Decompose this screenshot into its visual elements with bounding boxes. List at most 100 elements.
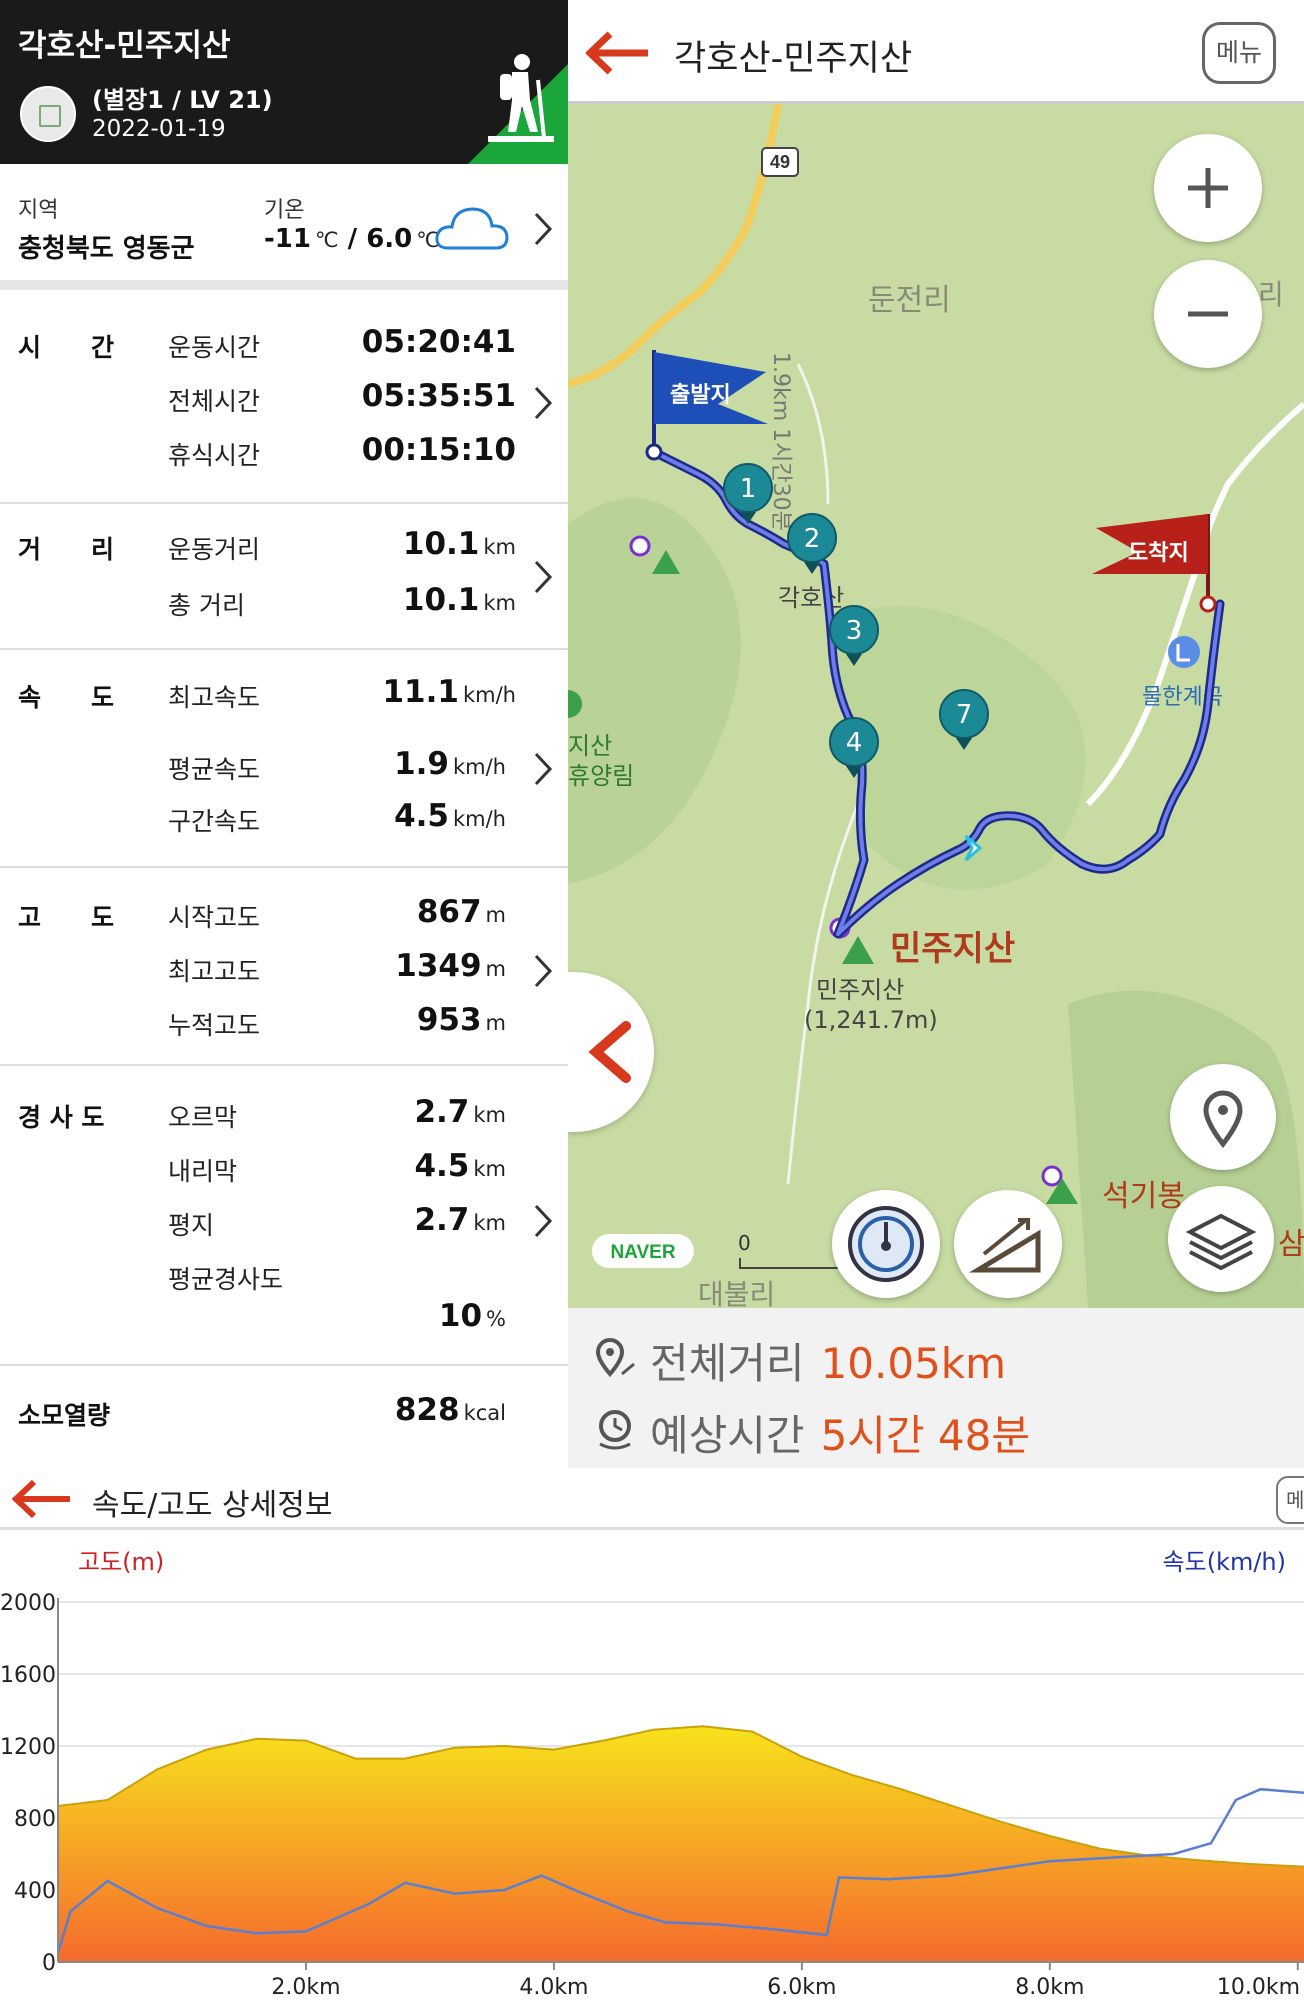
layers-icon <box>1185 1213 1257 1271</box>
my-location-button[interactable] <box>1170 1064 1276 1170</box>
x-tick-label: 2.0km <box>271 1975 340 2000</box>
speedometer-button[interactable] <box>832 1190 940 1298</box>
waypoint-number: 4 <box>846 728 863 758</box>
minus-icon <box>1188 311 1228 317</box>
cumulative-altitude-value: 953 m <box>416 1002 506 1038</box>
slope-chevron-icon[interactable] <box>532 1202 554 1240</box>
y-tick-label: 800 <box>14 1807 56 1832</box>
village-label: 둔전리 <box>868 283 951 318</box>
slope-section[interactable]: 경 사 도 오르막 2.7 km 내리막 4.5 km 평지 2.7 km 평균경사도… <box>0 1066 568 1366</box>
record-title: 각호산-민주지산 <box>18 28 231 64</box>
forest-label: 지산 <box>568 732 612 760</box>
distance-chevron-icon[interactable] <box>532 558 554 596</box>
distance-section[interactable]: 거 리 운동거리 10.1 km 총 거리 10.1 km <box>0 504 568 650</box>
calories-row: 소모열량 828 kcal <box>0 1366 568 1462</box>
peak-elevation: (1,241.7m) <box>804 1006 938 1034</box>
route-map[interactable]: 각호산-민주지산 메뉴 49 둔전리 리 1.9km 1시간30분 각호산 민주… <box>568 0 1304 1468</box>
avg-speed-value: 1.9 km/h <box>394 746 506 782</box>
map-toolbar: 각호산-민주지산 메뉴 <box>568 0 1304 104</box>
altitude-heading: 고 도 <box>18 903 115 932</box>
moving-time-value: 05:20:41 <box>361 324 516 360</box>
scale-zero: 0 <box>738 1231 751 1255</box>
time-section[interactable]: 시 간 운동시간 05:20:41 전체시간 05:35:51 휴식시간 00:… <box>0 300 568 504</box>
y-tick-label: 1200 <box>0 1735 56 1760</box>
waypoint-number: 2 <box>804 524 821 554</box>
avg-slope-value: 10% <box>438 1298 506 1334</box>
location-pin-icon <box>1203 1090 1243 1149</box>
flat-label: 평지 <box>168 1211 215 1240</box>
slope-button[interactable] <box>954 1190 1062 1298</box>
chart-menu-button[interactable]: 메 <box>1276 1476 1304 1524</box>
max-altitude-value: 1349 m <box>395 948 506 984</box>
moving-distance-value: 10.1 km <box>402 526 516 562</box>
peak-label: 삼 <box>1278 1227 1304 1262</box>
region-value: 충청북도 영동군 <box>18 234 195 264</box>
naver-logo: NAVER <box>610 1242 675 1263</box>
cloud-icon <box>435 207 509 250</box>
hiker-icon <box>488 54 554 142</box>
forest-label: 휴양림 <box>568 762 634 790</box>
total-time-value: 05:35:51 <box>361 378 516 414</box>
menu-button[interactable]: 메뉴 <box>1202 22 1276 84</box>
chart-panel-title: 속도/고도 상세정보 <box>92 1488 333 1523</box>
uphill-label: 오르막 <box>168 1103 238 1132</box>
x-tick-label: 10.0km <box>1217 1975 1300 2000</box>
map-layers-button[interactable] <box>1168 1186 1274 1292</box>
total-distance-value: 10.1 km <box>402 582 516 618</box>
rest-time-value: 00:15:10 <box>361 432 516 468</box>
map-title: 각호산-민주지산 <box>674 39 913 79</box>
chevron-left-icon <box>588 1021 631 1083</box>
avatar[interactable] <box>20 86 76 142</box>
downhill-value: 4.5 km <box>414 1148 506 1184</box>
altitude-area <box>58 1726 1304 1962</box>
end-flag-label: 도착지 <box>1128 541 1189 566</box>
village-label: 대불리 <box>698 1278 775 1308</box>
time-chevron-icon[interactable] <box>532 384 554 422</box>
altitude-section[interactable]: 고 도 시작고도 867 m 최고고도 1349 m 누적고도 953 m <box>0 868 568 1066</box>
speed-section[interactable]: 속 도 최고속도 11.1 km/h 평균속도 1.9 km/h 구간속도 4.5 k… <box>0 650 568 868</box>
estimated-time-summary: 예상시간 5시간 48분 <box>650 1411 1030 1460</box>
speedometer-icon <box>848 1206 924 1282</box>
y-axis-ticks: 2000 1600 1200 800 400 0 <box>0 1591 56 1976</box>
route-49-label: 49 <box>770 152 790 172</box>
start-altitude-label: 시작고도 <box>168 903 261 932</box>
zoom-out-button[interactable] <box>1154 260 1262 368</box>
time-heading: 시 간 <box>18 333 115 362</box>
peak-label-small: 민주지산 <box>816 976 904 1004</box>
avg-speed-label: 평균속도 <box>168 755 261 784</box>
cumulative-altitude-label: 누적고도 <box>168 1011 261 1040</box>
rest-time-label: 휴식시간 <box>168 441 261 470</box>
uphill-value: 2.7 km <box>414 1094 506 1130</box>
section-speed-value: 4.5 km/h <box>394 798 506 834</box>
weather-row[interactable]: 지역 충청북도 영동군 기온 -11 ℃ / 6.0 ℃ <box>0 170 568 290</box>
speed-chevron-icon[interactable] <box>532 750 554 788</box>
back-arrow-icon[interactable] <box>586 30 652 76</box>
speed-altitude-chart[interactable]: 고도(m) 속도(km/h) 2000 1600 1200 800 400 0 2.0km… <box>0 1530 1304 2000</box>
zoom-in-button[interactable] <box>1154 134 1262 242</box>
speed-heading: 속 도 <box>18 683 115 712</box>
weather-chevron-icon[interactable] <box>532 210 554 248</box>
calories-value: 828 kcal <box>394 1392 506 1428</box>
back-arrow-icon[interactable] <box>12 1478 74 1520</box>
trail-note: 1.9km 1시간30분 <box>768 352 793 531</box>
calories-label: 소모열량 <box>18 1401 111 1430</box>
chart-toolbar: 속도/고도 상세정보 메 <box>0 1468 1304 1530</box>
x-axis-ticks: 2.0km 4.0km 6.0km 8.0km 10.0km <box>271 1962 1300 2000</box>
waypoint-number: 3 <box>846 616 863 646</box>
avg-slope-label: 평균경사도 <box>168 1265 284 1294</box>
y-tick-label: 2000 <box>0 1591 56 1616</box>
temperature-label: 기온 <box>264 198 305 223</box>
record-header: 각호산-민주지산 (별장1 / LV 21) 2022-01-19 <box>0 0 568 164</box>
y-tick-label: 1600 <box>0 1663 56 1688</box>
peak-label-large: 민주지산 <box>890 929 1015 969</box>
start-altitude-value: 867 m <box>416 894 506 930</box>
slope-heading: 경 사 도 <box>18 1103 105 1132</box>
y-tick-label: 400 <box>14 1879 56 1904</box>
x-tick-label: 8.0km <box>1015 1975 1084 2000</box>
temperature-value: -11 ℃ / 6.0 ℃ <box>264 224 440 254</box>
total-distance-label: 총 거리 <box>168 591 245 620</box>
flat-value: 2.7 km <box>414 1202 506 1238</box>
altitude-chevron-icon[interactable] <box>532 952 554 990</box>
distance-pin-icon <box>595 1338 635 1378</box>
start-flag-label: 출발지 <box>670 383 731 408</box>
